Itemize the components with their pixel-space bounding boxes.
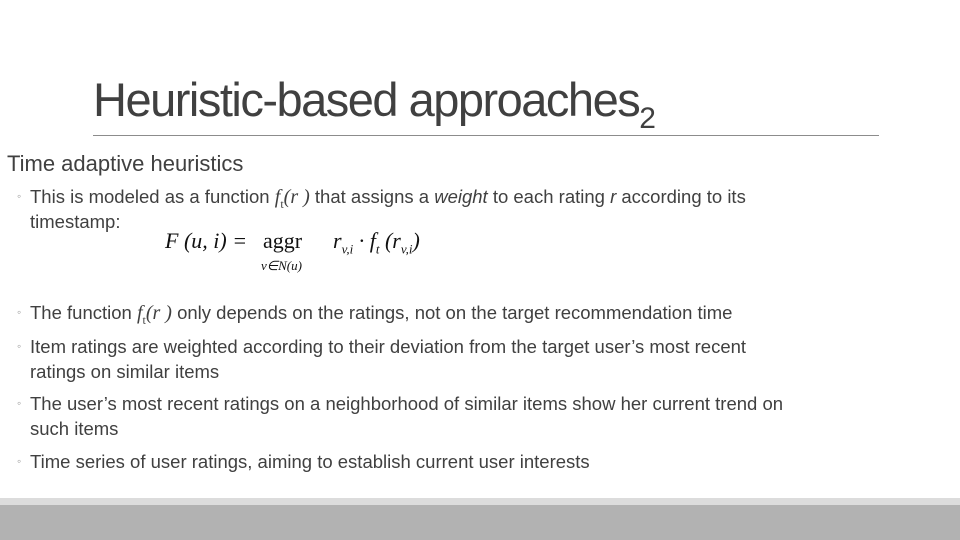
slide-title-subscript: 2 — [639, 102, 656, 135]
bullet-3-continuation: ratings on similar items — [30, 361, 220, 382]
footer-band-dark — [0, 505, 960, 540]
footer-band-light — [0, 498, 960, 505]
bullet-text: to each rating — [487, 186, 611, 207]
bullet-2: ◦ The function ft(r ) only depends on th… — [17, 300, 733, 333]
bullet-marker: ◦ — [17, 396, 22, 410]
math-ft-r: ft(r ) — [274, 186, 310, 211]
bullet-5: ◦ Time series of user ratings, aiming to… — [17, 449, 590, 474]
bullet-3: ◦ Item ratings are weighted according to… — [17, 334, 747, 359]
slide-title-text: Heuristic-based approaches — [93, 73, 641, 126]
bullet-marker: ◦ — [17, 189, 22, 203]
bullet-text: Time series of user ratings, aiming to e… — [30, 451, 590, 472]
formula-lhs: F (u, i) = — [165, 228, 248, 253]
formula-operator: aggr — [263, 228, 303, 253]
slide-title: Heuristic-based approaches2 — [93, 70, 656, 149]
bullet-text: that assigns a — [309, 186, 435, 207]
bullet-text: The user’s most recent ratings on a neig… — [30, 393, 784, 414]
bullet-text: This is modeled as a function — [30, 186, 275, 207]
bullet-1-continuation: timestamp: — [30, 211, 121, 232]
bullet-text: according to its — [616, 186, 746, 207]
math-ft-r: ft(r ) — [136, 302, 172, 327]
bullet-marker: ◦ — [17, 339, 22, 353]
emphasis-weight: weight — [434, 186, 488, 207]
bullet-text: The function — [30, 302, 137, 323]
title-underline — [93, 135, 879, 136]
bullet-4: ◦ The user’s most recent ratings on a ne… — [17, 391, 784, 416]
bullet-4-continuation: such items — [30, 418, 119, 439]
formula-operator-under: v∈N(u) — [261, 258, 302, 273]
bullet-marker: ◦ — [17, 454, 22, 468]
bullet-text: Item ratings are weighted according to t… — [30, 336, 747, 357]
bullet-1: ◦ This is modeled as a function ft(r ) t… — [17, 184, 746, 217]
level1-heading: Time adaptive heuristics — [7, 151, 244, 176]
bullet-text: only depends on the ratings, not on the … — [171, 302, 733, 323]
formula-rhs: rv,i · ft (rv,i) — [333, 228, 420, 257]
bullet-marker: ◦ — [17, 305, 22, 319]
